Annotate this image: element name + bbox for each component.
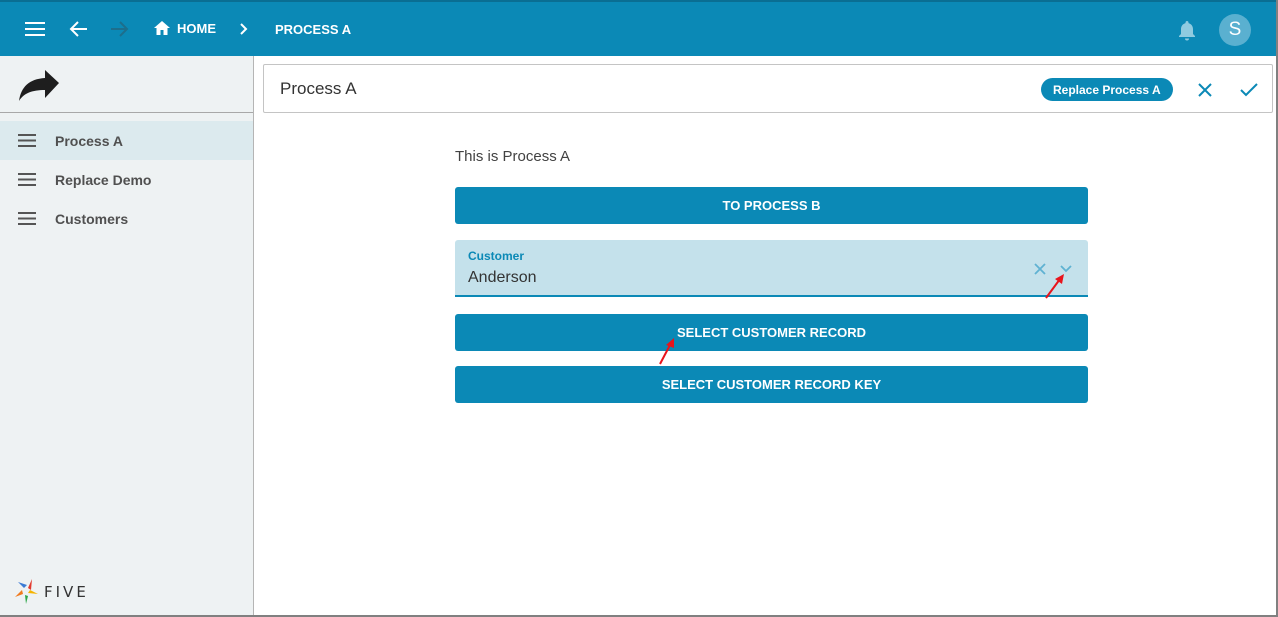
sidebar-item-customers[interactable]: Customers [0, 199, 253, 238]
share-arrow-icon [19, 70, 59, 101]
form-title: Process A [280, 79, 357, 98]
sidebar: Process A Replace Demo Customers FIVE [0, 56, 254, 615]
five-brand-text: FIVE [44, 583, 89, 601]
breadcrumb-home[interactable]: HOME [153, 20, 216, 36]
arrow-left-icon[interactable] [66, 16, 92, 42]
to-process-b-button[interactable]: TO PROCESS B [455, 187, 1088, 224]
list-icon [18, 173, 36, 186]
chevron-right-icon [238, 20, 252, 38]
hamburger-menu-icon[interactable] [22, 18, 48, 40]
intro-text: This is Process A [455, 148, 571, 165]
process-content: This is Process A TO PROCESS B Customer … [455, 148, 1088, 403]
select-customer-record-button[interactable]: SELECT CUSTOMER RECORD [455, 314, 1088, 351]
sidebar-item-label: Process A [55, 132, 123, 149]
sidebar-item-label: Customers [55, 210, 129, 227]
sidebar-menu: Process A Replace Demo Customers [0, 121, 253, 238]
replace-process-chip[interactable]: Replace Process A [1041, 78, 1173, 101]
sidebar-item-label: Replace Demo [55, 171, 152, 188]
customer-field-value[interactable]: Anderson [468, 269, 537, 287]
arrow-right-icon[interactable] [106, 16, 132, 42]
select-customer-record-key-button[interactable]: SELECT CUSTOMER RECORD KEY [455, 366, 1088, 403]
sidebar-item-process-a[interactable]: Process A [0, 121, 253, 160]
sidebar-header [0, 56, 253, 113]
clear-icon[interactable] [1032, 261, 1048, 277]
sidebar-item-replace-demo[interactable]: Replace Demo [0, 160, 253, 199]
form-header: Process A Replace Process A [263, 64, 1273, 113]
customer-field-label: Customer [468, 249, 525, 263]
breadcrumb-home-label: HOME [177, 20, 216, 36]
bell-icon[interactable] [1176, 18, 1198, 42]
app-window: HOME PROCESS A S Process A Replace Demo [0, 0, 1278, 617]
chevron-down-icon[interactable] [1058, 262, 1074, 276]
five-logo: FIVE [14, 579, 89, 605]
close-icon[interactable] [1193, 78, 1217, 102]
user-avatar[interactable]: S [1219, 14, 1251, 46]
customer-select-field[interactable]: Customer Anderson [455, 240, 1088, 297]
breadcrumb-current: PROCESS A [275, 22, 352, 37]
list-icon [18, 212, 36, 225]
top-app-bar: HOME PROCESS A S [0, 0, 1276, 56]
list-icon [18, 134, 36, 147]
check-icon[interactable] [1237, 78, 1261, 102]
five-logo-icon [15, 579, 38, 604]
home-icon [154, 21, 170, 35]
